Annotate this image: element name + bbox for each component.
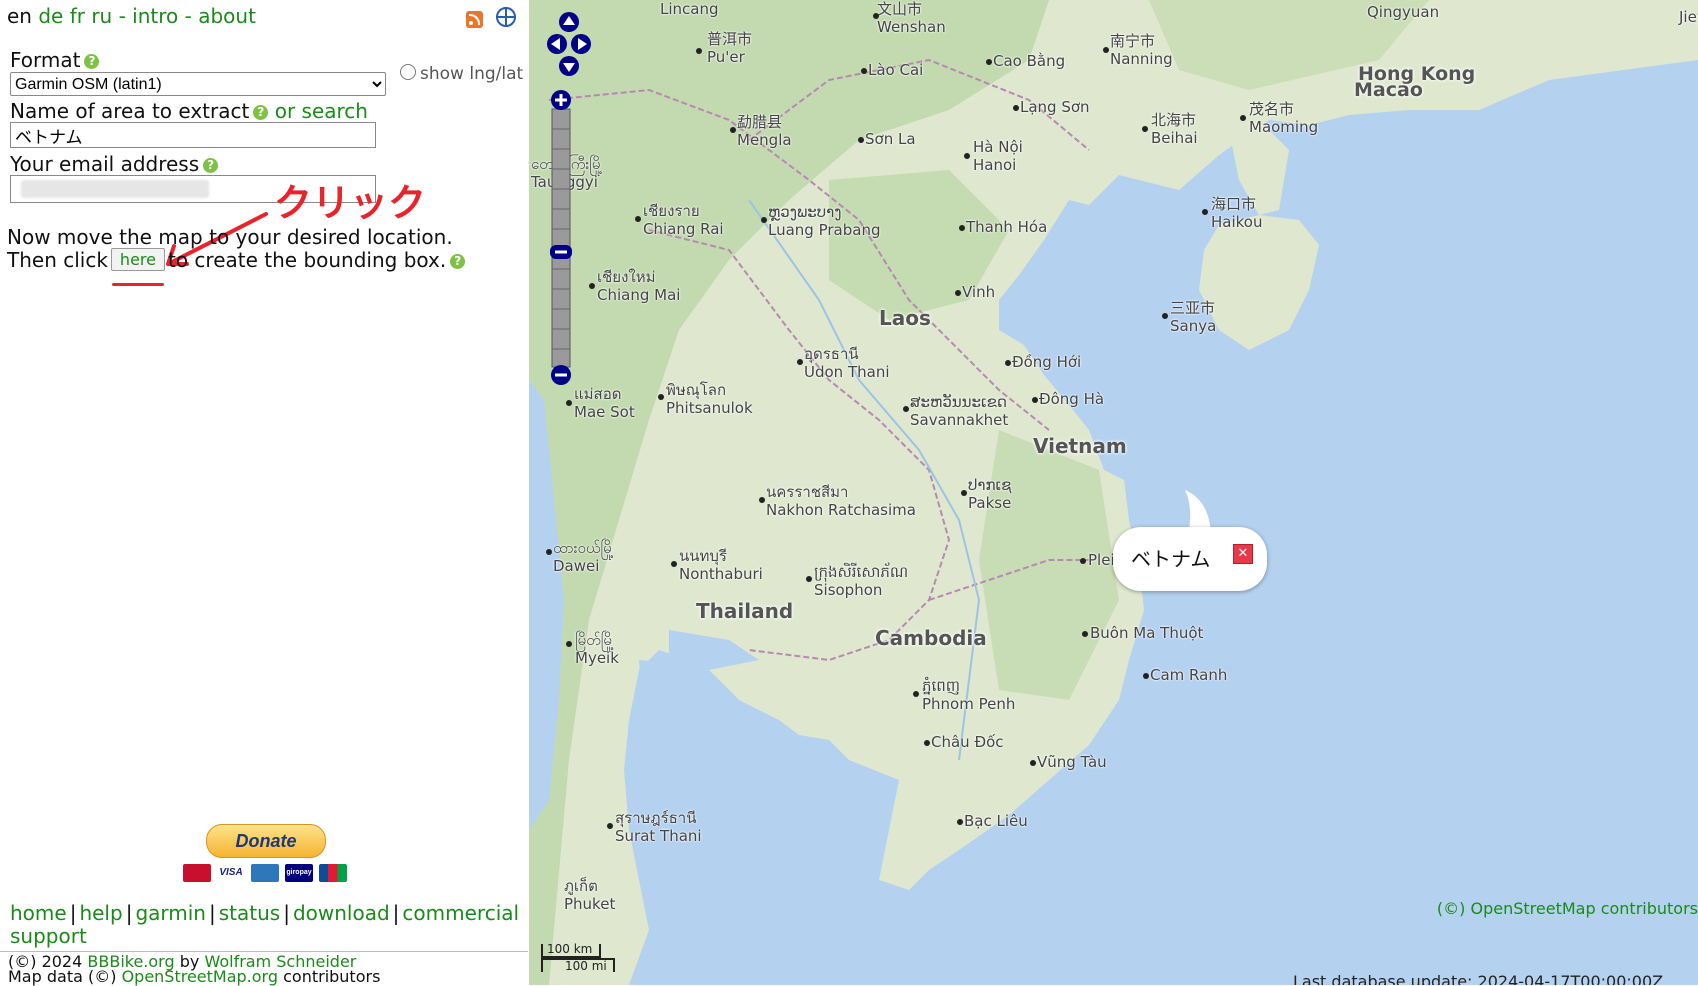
city-thanhhoa: Thanh Hóa [959, 218, 1047, 236]
country-cambodia: Cambodia [875, 626, 987, 650]
annotation-underline [112, 283, 164, 286]
email-label: Your email address? [10, 152, 219, 176]
country-vietnam: Vietnam [1033, 434, 1127, 458]
city-chiangmai: เชียงใหม่ Chiang Mai [589, 268, 680, 304]
city-beihai: 北海市 Beihai [1142, 111, 1198, 147]
garmin-link[interactable]: garmin [135, 901, 206, 925]
pan-control [547, 12, 591, 76]
city-pakse: ປາກເຊ Pakse [961, 476, 1011, 512]
city-nakhon: นครราชสีมา Nakhon Ratchasima [759, 483, 916, 519]
download-link[interactable]: download [293, 901, 390, 925]
area-name-input[interactable] [10, 122, 376, 148]
city-myeik: မြိတ်မြို့ Myeik [566, 631, 619, 667]
city-sonla: Sơn La [858, 130, 916, 148]
city-sanya: 三亚市 Sanya [1162, 299, 1216, 335]
city-phitsanulok: พิษณุโลก Phitsanulok [658, 381, 753, 417]
city-baclieu: Bạc Liêu [957, 812, 1028, 830]
mastercard-icon [183, 864, 211, 882]
or-search-link[interactable]: or search [275, 99, 368, 123]
city-chiangrai: เชียงราย Chiang Rai [635, 202, 724, 238]
city-sisophon: ក្រុងសិរីសោភ័ណ Sisophon [806, 563, 908, 599]
separator: - [184, 4, 192, 28]
city-chaudoc: Châu Đốc [924, 733, 1004, 751]
instruction-line-2: Then click here to create the bounding box… [7, 248, 466, 272]
city-caobang: Cao Bằng [986, 52, 1065, 70]
intro-link[interactable]: intro [132, 4, 178, 28]
city-vungtau: Vũng Tàu [1030, 753, 1107, 771]
home-link[interactable]: home [10, 901, 67, 925]
lang-de[interactable]: de [38, 4, 63, 28]
city-hanoi: Hà Nội Hanoi [964, 138, 1023, 174]
city-puer: 普洱市 Pu'er [696, 30, 752, 66]
city-jieyang: Jiey [1679, 8, 1698, 26]
lang-fr[interactable]: fr [70, 4, 85, 28]
help-icon[interactable]: ? [450, 254, 466, 269]
jcb-icon [319, 864, 347, 882]
footer-links: home | help | garmin | status | download | commerc… [10, 901, 520, 948]
close-icon[interactable]: ✕ [1233, 544, 1253, 564]
amex-icon [251, 864, 279, 882]
help-icon[interactable]: ? [253, 105, 269, 120]
city-haikou: 海口市 Haikou [1202, 195, 1262, 231]
zoom-slider[interactable] [550, 89, 572, 387]
credits: (©) 2024 BBBike.org by Wolfram Schneider… [8, 952, 381, 986]
status-link[interactable]: status [219, 901, 280, 925]
city-langson: Lạng Sơn [1013, 98, 1090, 116]
city-phuket: ภูเก็ต Phuket [564, 877, 616, 913]
lang-ru[interactable]: ru [91, 4, 112, 28]
help-icon[interactable]: ? [84, 54, 100, 69]
city-lincang: Lincang [660, 0, 719, 18]
map[interactable]: 文山市 Wenshan 普洱市 Pu'er Cao Bằng 南宁市 Nanning … [529, 0, 1698, 985]
city-dawei: ထားဝယ်မြို့ Dawei [546, 539, 614, 575]
city-suratthani: สุราษฎร์ธานี Surat Thani [607, 809, 702, 845]
crosshair-icon[interactable] [496, 7, 516, 27]
format-select[interactable]: Garmin OSM (latin1) [10, 72, 386, 96]
radio-button[interactable] [400, 64, 416, 80]
city-savannakhet: ສະຫວັນນະເຂດ Savannakhet [903, 393, 1008, 429]
city-mengla: 勐腊县 Mengla [730, 113, 792, 149]
sidebar: en de fr ru - intro - about Format? Garm… [0, 0, 528, 985]
country-macao: Macao [1354, 79, 1423, 101]
about-link[interactable]: about [198, 4, 256, 28]
db-update-text: Last database update: 2024-04-17T00:00:0… [1293, 972, 1664, 985]
help-link[interactable]: help [79, 901, 122, 925]
city-vinh: Vinh [955, 283, 995, 301]
help-icon[interactable]: ? [203, 158, 219, 173]
separator: - [118, 4, 126, 28]
city-nanning: 南宁市 Nanning [1103, 32, 1173, 68]
lang-en: en [7, 4, 32, 28]
city-luangprabang: ຫຼວງພະບາງ Luang Prabang [761, 203, 880, 239]
instruction-line-1: Now move the map to your desired locatio… [7, 225, 453, 249]
redacted-email [21, 180, 209, 198]
city-phnompenh: ភ្នំពេញ Phnom Penh [913, 677, 1015, 713]
popup-text: ベトナム [1131, 547, 1211, 571]
city-buonmathuot: Buôn Ma Thuột [1082, 624, 1203, 642]
format-label: Format? [10, 48, 100, 72]
country-thailand: Thailand [696, 599, 794, 623]
visa-icon: VISA [217, 864, 245, 882]
map-base [529, 0, 1698, 985]
show-lnglat-toggle[interactable]: show lng/lat [400, 64, 523, 84]
donate-button[interactable]: Donate [206, 824, 326, 858]
giropay-icon: giropay [285, 864, 313, 882]
city-nonthaburi: นนทบุรี Nonthaburi [671, 547, 763, 583]
map-attribution[interactable]: (©) OpenStreetMap contributors [1437, 899, 1698, 918]
city-camranh: Cam Ranh [1143, 666, 1227, 684]
here-button[interactable]: here [110, 248, 165, 271]
rss-icon[interactable] [466, 11, 483, 28]
city-wenshan: 文山市 Wenshan [873, 0, 946, 36]
city-qingyuan: Qingyuan [1367, 3, 1440, 21]
city-udonthani: อุดรธานี Udon Thani [797, 345, 890, 381]
area-label: Name of area to extract? or search [10, 99, 368, 123]
country-laos: Laos [879, 306, 931, 330]
city-maesot: แม่สอด Mae Sot [566, 385, 635, 421]
city-dongha: Đông Hà [1032, 390, 1104, 408]
city-donghoi: Đồng Hới [1005, 353, 1081, 371]
city-laocai: Lào Cai [861, 61, 923, 79]
click-annotation: クリック [274, 181, 427, 225]
city-maoming: 茂名市 Maoming [1240, 100, 1318, 136]
area-popup: ベトナム ✕ [1113, 527, 1267, 591]
osm-link[interactable]: OpenStreetMap.org [122, 967, 278, 986]
language-bar: en de fr ru - intro - about [7, 4, 256, 28]
